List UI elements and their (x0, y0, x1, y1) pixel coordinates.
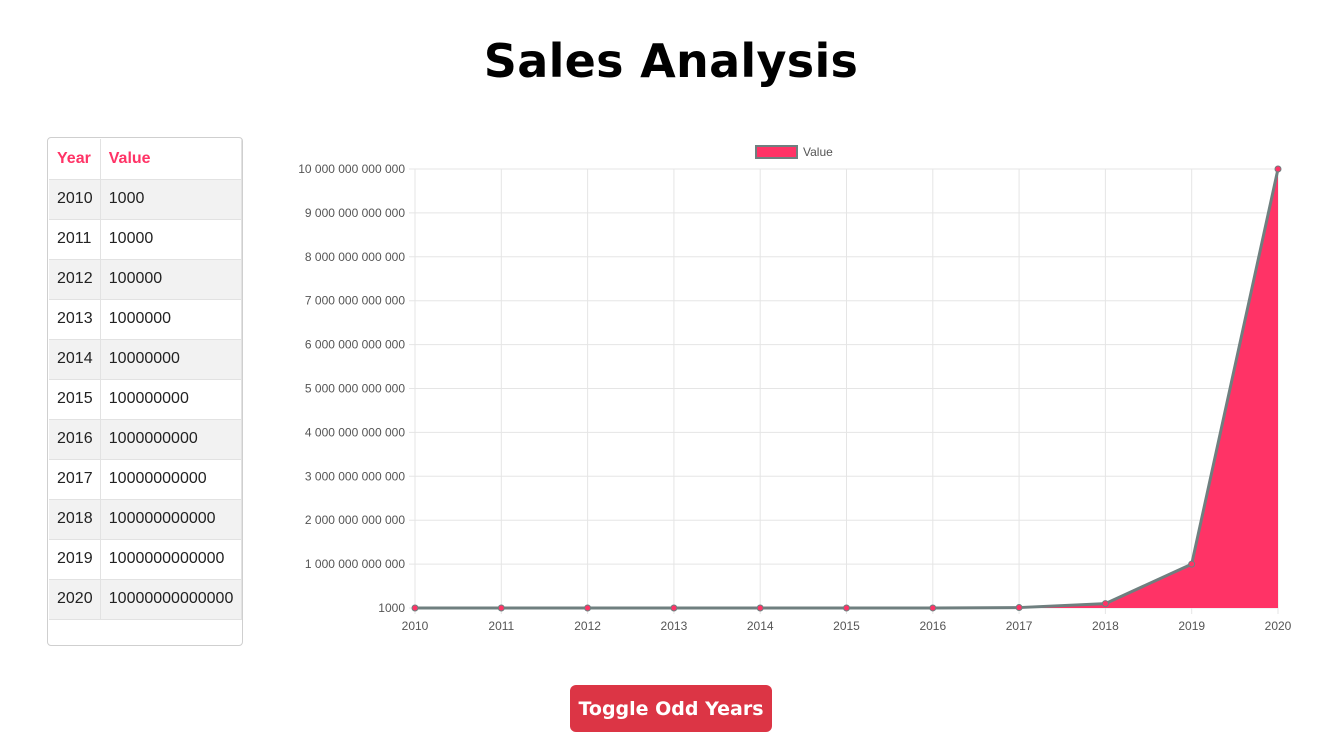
x-tick-label: 2011 (488, 619, 514, 633)
y-tick-label: 10 000 000 000 000 (298, 162, 405, 176)
y-tick-label: 6 000 000 000 000 (305, 338, 405, 352)
sales-chart: 1000 1 000 000 000 000 2 000 000 000 000 3 … (298, 145, 1292, 633)
x-tick-label: 2016 (919, 619, 946, 633)
x-tick-label: 2019 (1178, 619, 1205, 633)
y-tick-label: 4 000 000 000 000 (305, 425, 405, 439)
y-tick-label: 7 000 000 000 000 (305, 294, 405, 308)
x-tick-label: 2010 (402, 619, 429, 633)
y-tick-label: 3 000 000 000 000 (305, 469, 405, 483)
data-point (1274, 165, 1282, 173)
y-tick-label: 1000 (378, 601, 405, 615)
x-tick-label: 2020 (1265, 619, 1292, 633)
data-point (670, 604, 678, 612)
legend-swatch (755, 145, 798, 159)
x-tick-label: 2017 (1006, 619, 1033, 633)
y-tick-label: 2 000 000 000 000 (305, 513, 405, 527)
y-tick-label: 8 000 000 000 000 (305, 250, 405, 264)
y-tick-label: 9 000 000 000 000 (305, 206, 405, 220)
x-tick-label: 2015 (833, 619, 860, 633)
data-point (929, 604, 937, 612)
x-tick-label: 2014 (747, 619, 774, 633)
data-point (756, 604, 764, 612)
y-tick-label: 1 000 000 000 000 (305, 557, 405, 571)
legend-label: Value (803, 145, 833, 159)
data-point (1101, 600, 1109, 608)
data-point (1015, 604, 1023, 612)
data-point (584, 604, 592, 612)
data-point (843, 604, 850, 612)
data-point (497, 604, 505, 612)
x-tick-label: 2018 (1092, 619, 1119, 633)
x-tick-label: 2012 (574, 619, 601, 633)
data-point (1188, 560, 1196, 568)
x-tick-label: 2013 (661, 619, 688, 633)
y-tick-label: 5 000 000 000 000 (305, 382, 405, 396)
data-point (411, 604, 419, 612)
toggle-odd-years-button[interactable]: Toggle Odd Years (570, 685, 772, 732)
